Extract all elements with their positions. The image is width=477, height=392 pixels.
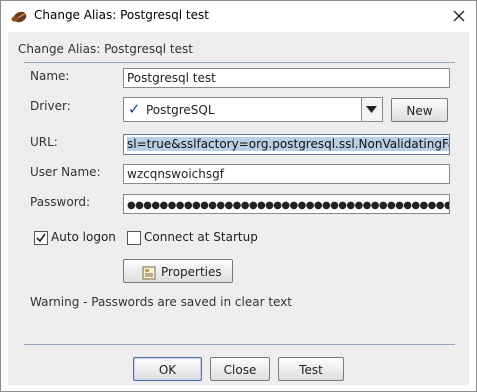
username-label: User Name: [30, 165, 101, 179]
connect-startup-label: Connect at Startup [144, 230, 258, 244]
password-label: Password: [30, 195, 91, 209]
footer-separator [24, 344, 455, 345]
name-value: Postgresql test [127, 71, 216, 85]
username-field[interactable]: wzcqnswoichsgf [123, 164, 450, 184]
driver-value: PostgreSQL [146, 103, 215, 117]
url-value: sl=true&sslfactory=org.postgresql.ssl.No… [127, 137, 449, 151]
url-label: URL: [30, 135, 58, 149]
close-button[interactable]: Close [210, 357, 270, 381]
check-mark-icon [36, 233, 46, 243]
auto-logon-box[interactable] [34, 231, 48, 245]
properties-icon [142, 264, 156, 288]
properties-label: Properties [161, 265, 222, 279]
coffee-bean-icon [11, 9, 27, 23]
password-field[interactable]: ●●●●●●●●●●●●●●●●●●●●●●●●●●●●●●●●●●●●●●●●… [123, 194, 450, 214]
properties-button[interactable]: Properties [123, 259, 233, 283]
driver-label: Driver: [30, 99, 71, 113]
driver-select[interactable]: ✓ PostgreSQL [123, 97, 383, 122]
header-separator [24, 62, 455, 63]
url-field[interactable]: sl=true&sslfactory=org.postgresql.ssl.No… [123, 134, 450, 155]
dialog-header: Change Alias: Postgresql test [18, 42, 193, 56]
test-button[interactable]: Test [278, 357, 344, 381]
connect-startup-box[interactable] [127, 231, 141, 245]
name-field[interactable]: Postgresql test [123, 68, 450, 88]
checkmark-icon: ✓ [128, 100, 141, 118]
ok-button[interactable]: OK [133, 357, 202, 381]
auto-logon-label: Auto logon [51, 230, 116, 244]
username-value: wzcqnswoichsgf [127, 167, 224, 181]
change-alias-dialog: Change Alias: Postgresql test Change Ali… [0, 0, 477, 392]
password-value: ●●●●●●●●●●●●●●●●●●●●●●●●●●●●●●●●●●●●●●●●… [127, 200, 449, 211]
title-bar[interactable]: Change Alias: Postgresql test [1, 1, 476, 31]
password-warning: Warning - Passwords are saved in clear t… [30, 295, 293, 309]
name-label: Name: [30, 69, 70, 83]
chevron-down-icon[interactable] [361, 98, 382, 121]
window-title: Change Alias: Postgresql test [34, 8, 209, 22]
new-driver-button[interactable]: New [391, 98, 448, 122]
close-icon[interactable] [447, 5, 471, 27]
